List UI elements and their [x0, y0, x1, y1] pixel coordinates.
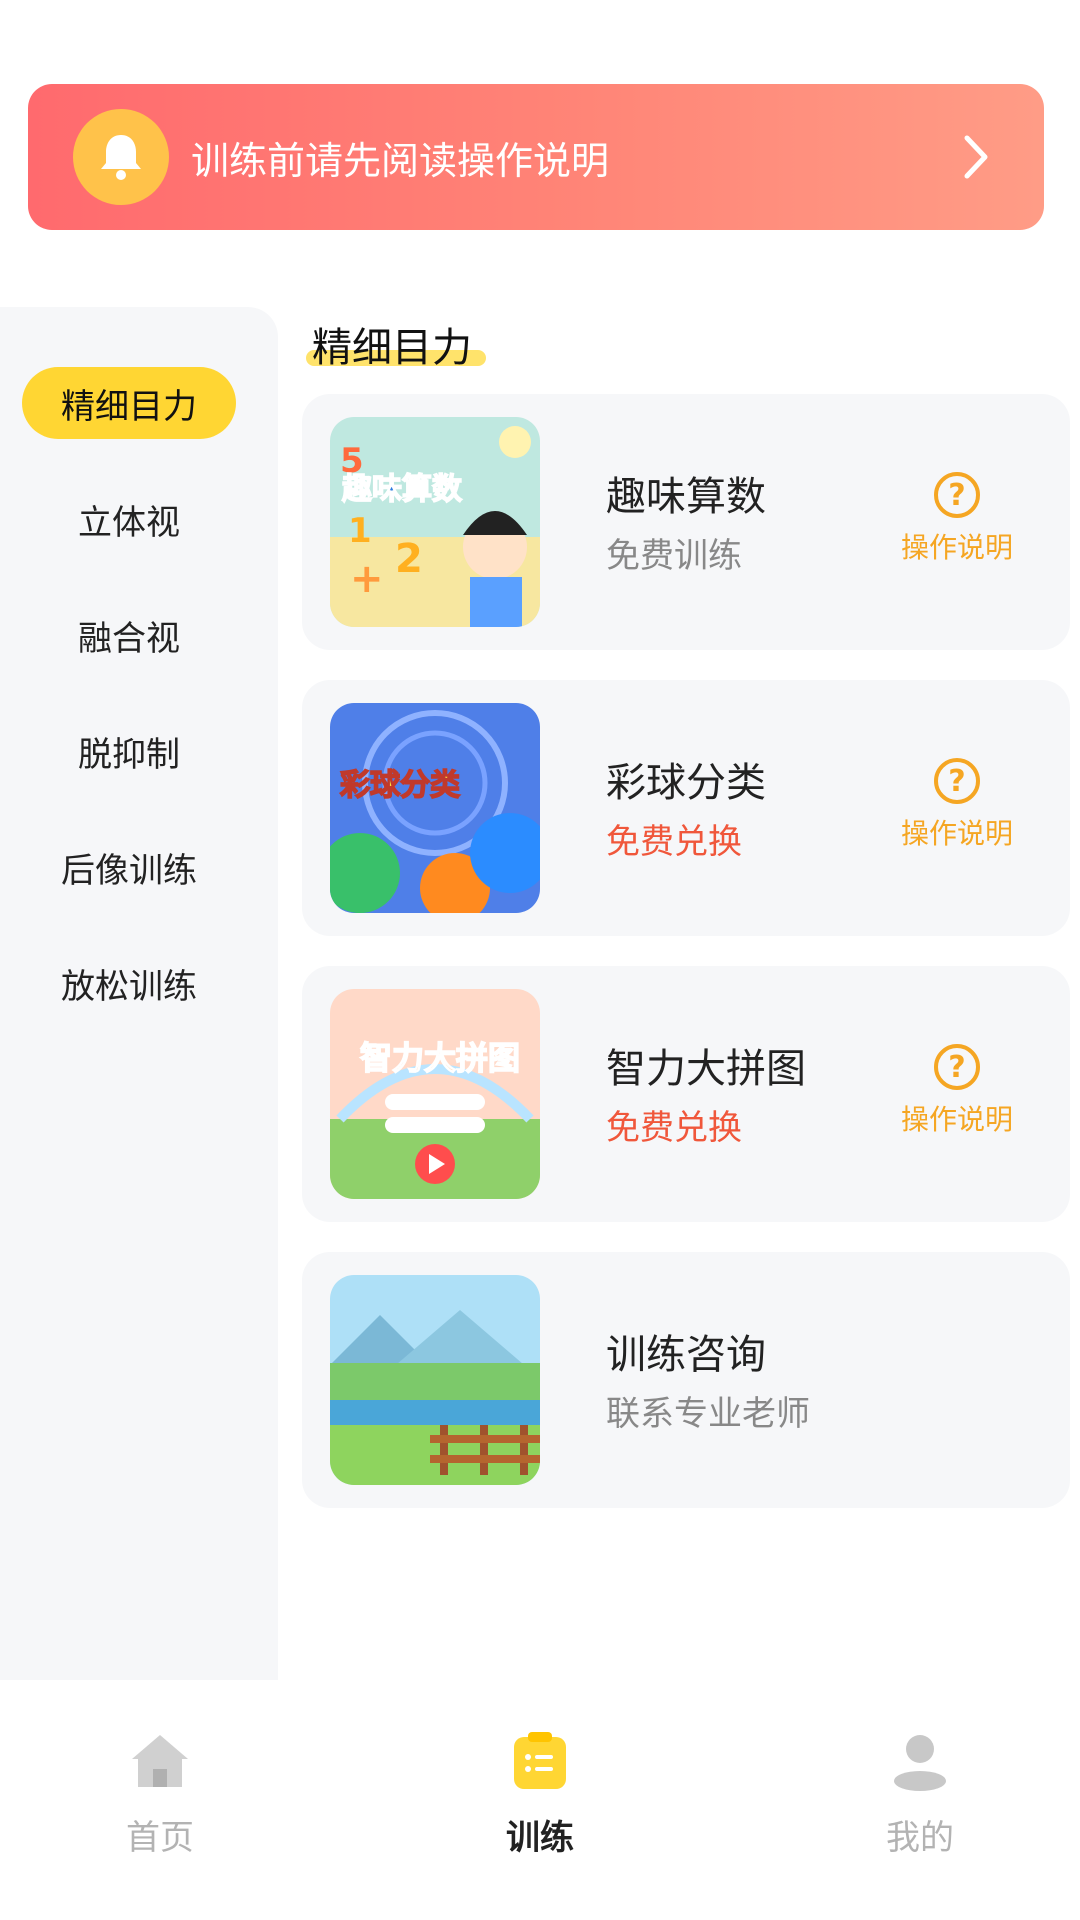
card-title: 智力大拼图: [606, 1046, 806, 1092]
sidebar-item-fine-vision[interactable]: 精细目力: [22, 367, 236, 439]
help-button[interactable]: ? 操作说明: [892, 1044, 1022, 1138]
user-icon: [885, 1726, 955, 1796]
help-label: 操作说明: [900, 1103, 1013, 1136]
question-mark-icon: ?: [934, 1044, 980, 1090]
home-icon: [125, 1726, 195, 1796]
category-sidebar: 精细目力 立体视 融合视 脱抑制 后像训练 放松训练: [0, 307, 278, 1680]
card-subtitle: 免费兑换: [606, 1108, 742, 1148]
tab-label: 首页: [126, 1818, 194, 1858]
puzzle-thumbnail-label: 智力大拼图: [360, 1039, 520, 1077]
tab-training[interactable]: 训练: [440, 1726, 640, 1859]
bottom-tab-bar: 首页 训练 我的: [0, 1680, 1080, 1920]
training-icon: [505, 1726, 575, 1796]
svg-text:2: 2: [395, 536, 423, 582]
sidebar-item-fusion-vision[interactable]: 融合视: [22, 599, 236, 671]
bell-icon: [73, 109, 169, 205]
question-mark-icon: ?: [934, 758, 980, 804]
fun-math-thumbnail-label: 趣味算数: [342, 472, 463, 507]
card-subtitle: 免费兑换: [606, 822, 742, 862]
card-title: 趣味算数: [606, 474, 766, 520]
section-title: 精细目力: [312, 325, 472, 371]
tab-label: 我的: [886, 1818, 954, 1858]
chevron-right-icon: [956, 129, 996, 185]
card-title: 训练咨询: [606, 1332, 766, 1378]
tab-mine[interactable]: 我的: [820, 1726, 1020, 1859]
card-title: 彩球分类: [606, 760, 766, 806]
game-card-puzzle[interactable]: 智力大拼图 智力大拼图 免费兑换 ? 操作说明: [302, 966, 1070, 1222]
card-subtitle: 联系专业老师: [606, 1394, 810, 1434]
fun-math-thumbnail: 5 1 2 + 趣味算数: [330, 417, 540, 627]
notice-text: 训练前请先阅读操作说明: [191, 138, 610, 183]
question-mark-icon: ?: [934, 472, 980, 518]
notice-banner[interactable]: 训练前请先阅读操作说明: [28, 84, 1044, 230]
puzzle-thumbnail: 智力大拼图: [330, 989, 540, 1199]
help-button[interactable]: ? 操作说明: [892, 472, 1022, 566]
sidebar-item-anti-suppression[interactable]: 脱抑制: [22, 715, 236, 787]
ball-sort-thumbnail: 彩球分类: [330, 703, 540, 913]
help-label: 操作说明: [900, 531, 1013, 564]
game-card-fun-math[interactable]: 5 1 2 + 趣味算数 趣味算数 免费训练 ? 操作说明: [302, 394, 1070, 650]
landscape-thumbnail: [330, 1275, 540, 1485]
ball-sort-thumbnail-label: 彩球分类: [340, 768, 460, 803]
card-subtitle: 免费训练: [606, 536, 742, 576]
sidebar-item-relax[interactable]: 放松训练: [22, 947, 236, 1019]
sidebar-item-stereo-vision[interactable]: 立体视: [22, 483, 236, 555]
help-label: 操作说明: [900, 817, 1013, 850]
sidebar-item-afterimage[interactable]: 后像训练: [22, 831, 236, 903]
svg-text:+: +: [350, 556, 384, 602]
tab-home[interactable]: 首页: [60, 1726, 260, 1859]
game-card-ball-sort[interactable]: 彩球分类 彩球分类 免费兑换 ? 操作说明: [302, 680, 1070, 936]
svg-text:1: 1: [348, 511, 372, 551]
tab-label: 训练: [506, 1818, 574, 1858]
help-button[interactable]: ? 操作说明: [892, 758, 1022, 852]
card-training-consult[interactable]: 训练咨询 联系专业老师: [302, 1252, 1070, 1508]
